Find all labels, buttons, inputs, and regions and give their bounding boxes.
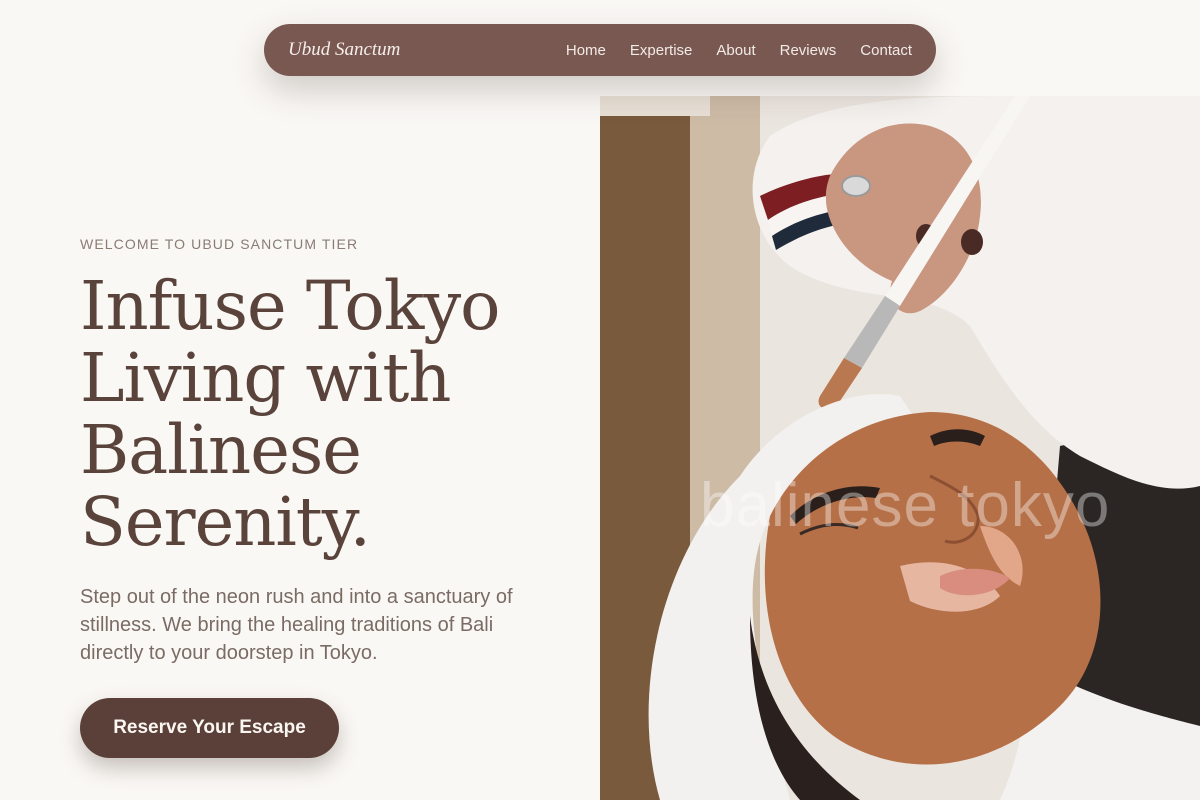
nav-link-reviews[interactable]: Reviews xyxy=(780,42,837,59)
nav-link-contact[interactable]: Contact xyxy=(860,42,912,59)
hero-lead: Step out of the neon rush and into a san… xyxy=(80,586,513,664)
nav-link-about[interactable]: About xyxy=(716,42,755,59)
nav-link-home[interactable]: Home xyxy=(566,42,606,59)
hero-image xyxy=(600,96,1200,800)
nav-link-expertise[interactable]: Expertise xyxy=(630,42,693,59)
top-nav: Ubud Sanctum Home Expertise About Review… xyxy=(264,24,936,76)
brand-logo[interactable]: Ubud Sanctum xyxy=(288,39,400,61)
reserve-escape-button[interactable]: Reserve Your Escape xyxy=(80,698,339,758)
hero-headline: Infuse Tokyo Living with Balinese Sereni… xyxy=(80,267,501,561)
hero-eyebrow: WELCOME TO UBUD SANCTUM TIER xyxy=(80,236,359,252)
facial-treatment-illustration xyxy=(600,96,1200,800)
nav-links: Home Expertise About Reviews Contact xyxy=(566,42,912,59)
